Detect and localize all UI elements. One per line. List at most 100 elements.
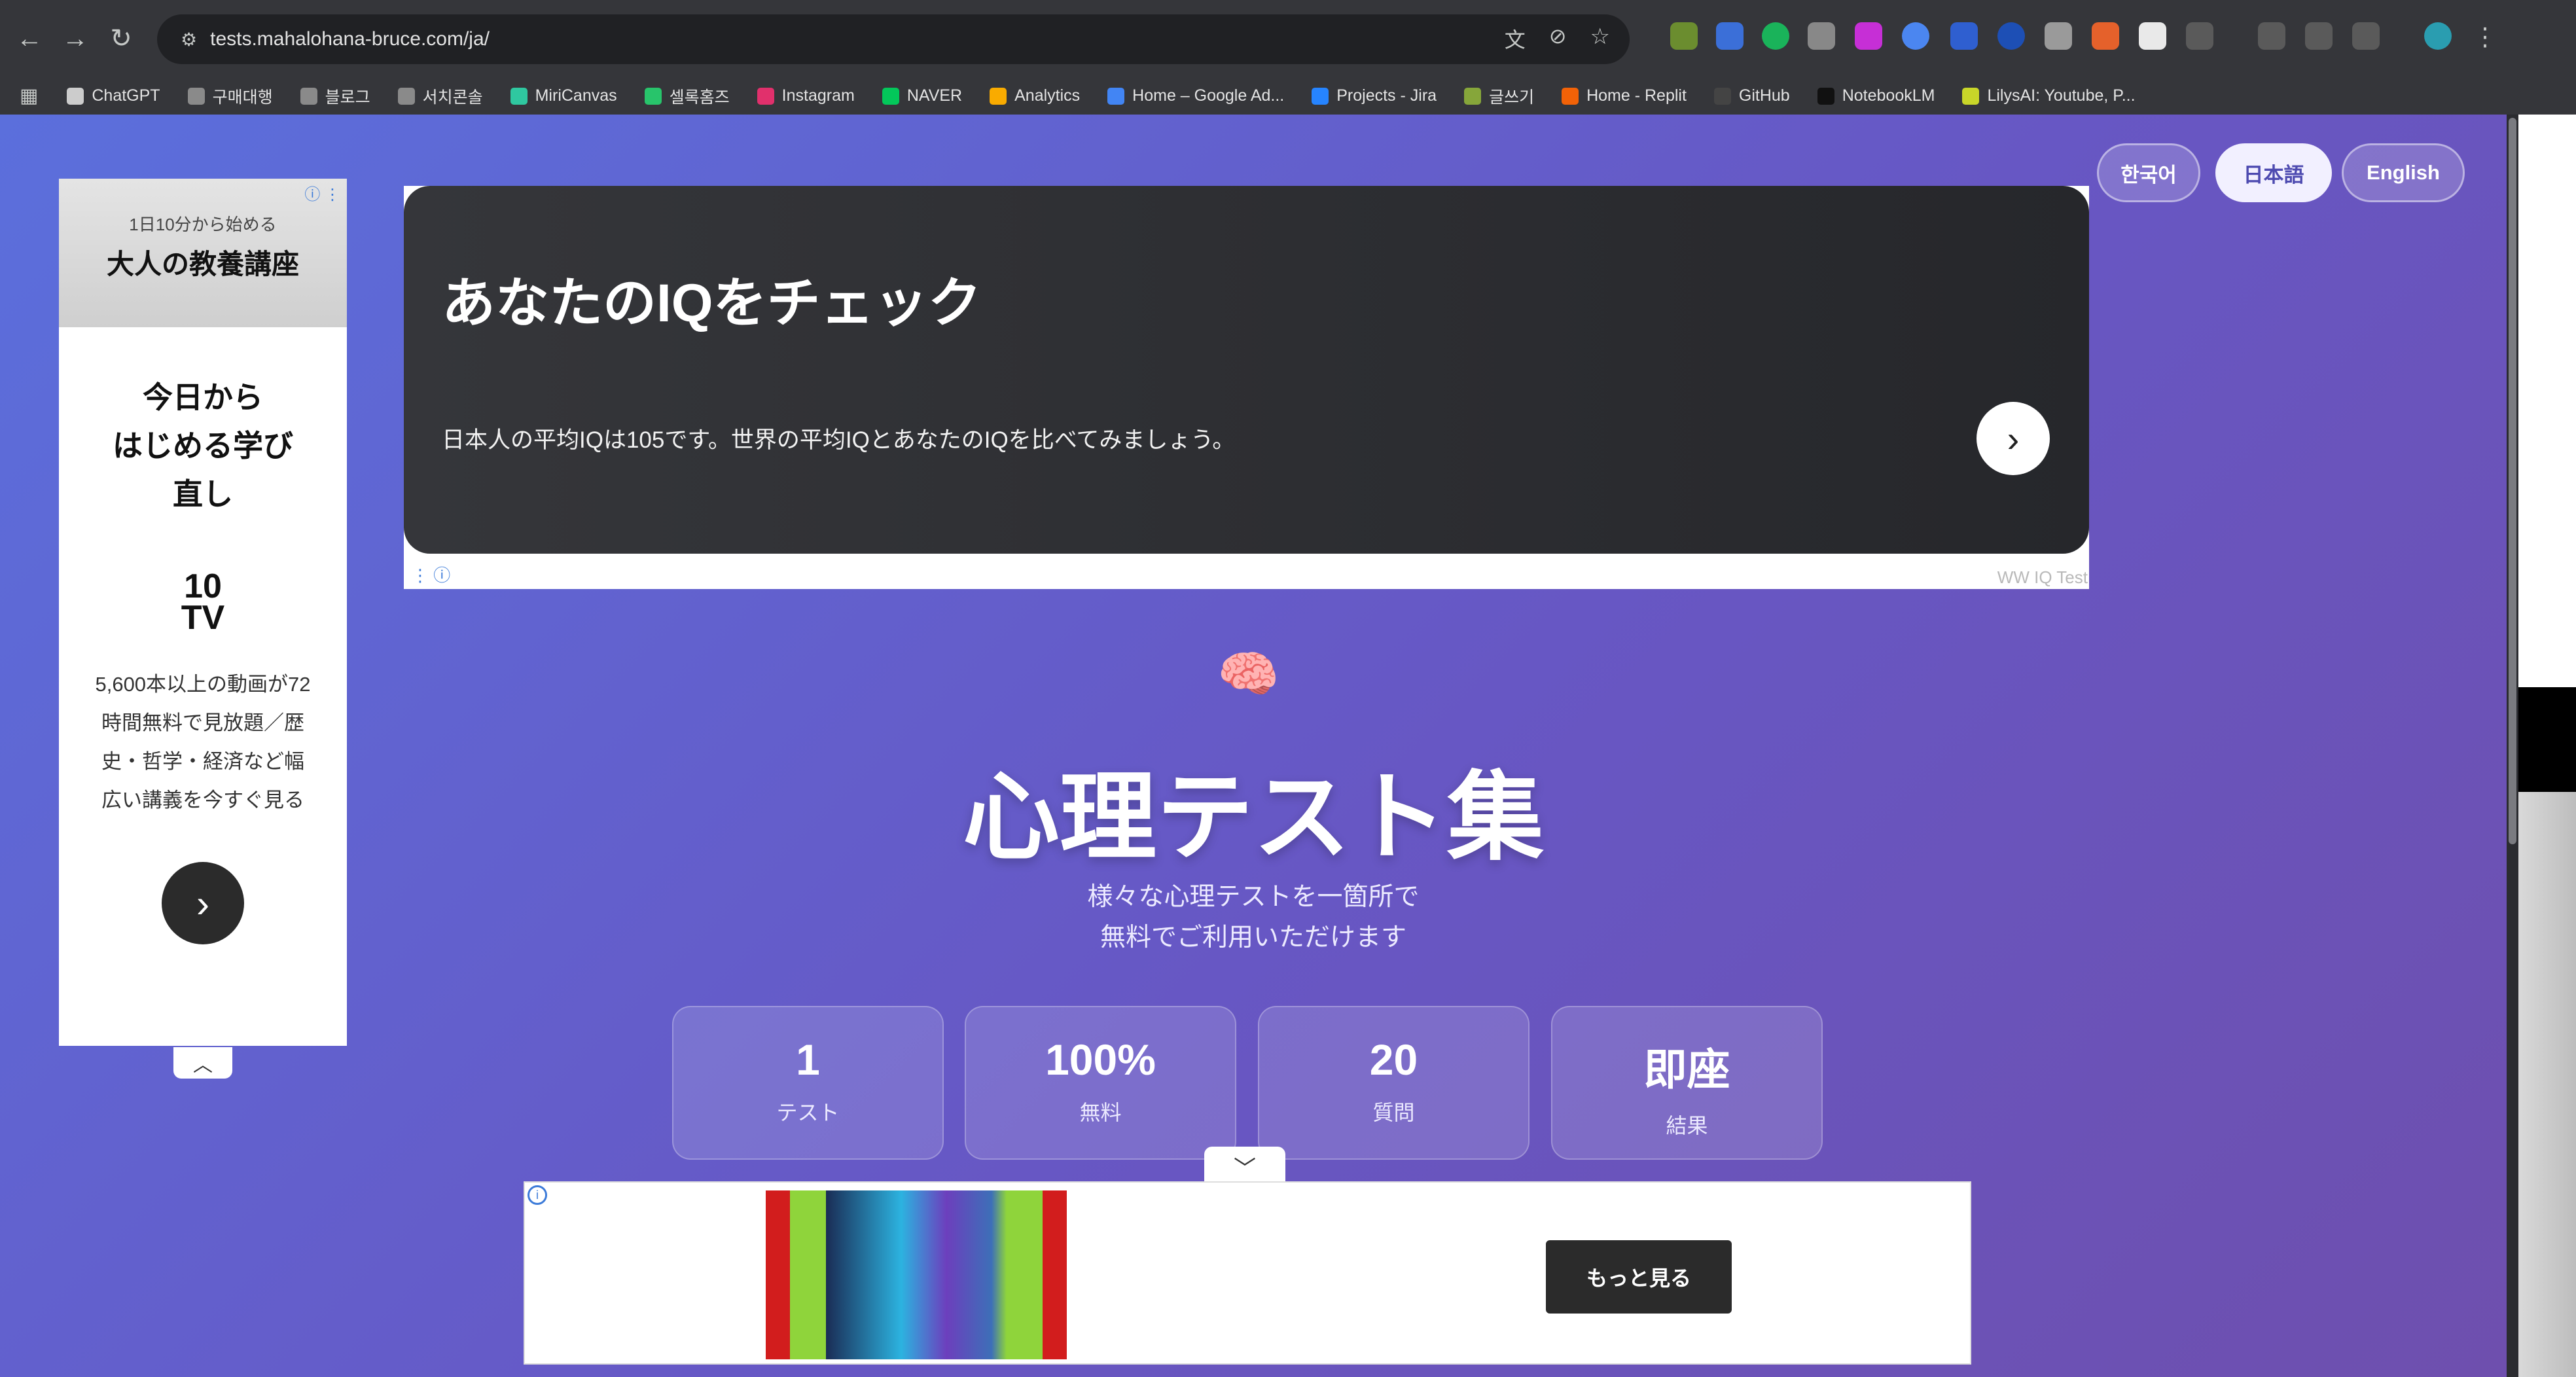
bookmark-label: 서치콘솔	[422, 88, 483, 107]
side-panel-block	[2518, 687, 2576, 792]
side-ad-small-text: 1日10分から始める	[129, 215, 277, 234]
ad-video-thumbnail[interactable]	[766, 1190, 1067, 1359]
bookmark-favicon-icon	[990, 87, 1007, 105]
site-settings-icon[interactable]: ⚙	[181, 29, 197, 50]
extension-icon[interactable]	[1902, 22, 1929, 50]
language-button[interactable]: 한국어	[2097, 143, 2200, 202]
bookmark-star-icon[interactable]: ☆	[1590, 24, 1610, 54]
bookmark-item[interactable]: 블로그	[300, 84, 370, 108]
bookmark-item[interactable]: MiriCanvas	[510, 86, 617, 105]
eye-off-icon[interactable]: ⊘	[1549, 24, 1567, 54]
extension-icon[interactable]	[1808, 22, 1835, 50]
bookmark-item[interactable]: Home – Google Ad...	[1107, 86, 1284, 105]
bookmarks-bar: ▦ ChatGPT 구매대행 블로그 서치콘솔 MiriCanvas 셀록홈즈 Instag…	[0, 77, 2576, 115]
bookmark-favicon-icon	[1312, 87, 1329, 105]
bookmark-favicon-icon	[1713, 87, 1731, 105]
stat-value: 20	[1369, 1035, 1418, 1084]
top-advertisement[interactable]: あなたのIQをチェック 日本人の平均IQは105です。世界の平均IQとあなたのI…	[404, 186, 2089, 589]
top-ad-card[interactable]: あなたのIQをチェック 日本人の平均IQは105です。世界の平均IQとあなたのI…	[404, 186, 2089, 554]
address-bar[interactable]: ⚙ tests.mahalohana-bruce.com/ja/ 文 ⊘ ☆	[157, 14, 1630, 64]
extension-icon[interactable]	[1670, 22, 1698, 50]
extension-icon[interactable]	[2092, 22, 2119, 50]
bookmark-label: Analytics	[1014, 86, 1081, 105]
collapse-up-icon[interactable]: ︿	[173, 1047, 232, 1079]
bookmark-item[interactable]: NotebookLM	[1817, 86, 1935, 105]
bookmark-favicon-icon	[1562, 87, 1579, 105]
bookmark-item[interactable]: 구매대행	[187, 84, 273, 108]
bookmark-item[interactable]: 서치콘솔	[397, 84, 483, 108]
extension-icon[interactable]	[1950, 22, 1978, 50]
subtitle-line: 様々な心理テストを一箇所で	[1087, 883, 1420, 911]
bottom-advertisement[interactable]: i もっと見る	[524, 1181, 1971, 1365]
language-button[interactable]: 日本語	[2215, 143, 2332, 202]
stat-value: 100%	[1045, 1035, 1156, 1084]
bookmark-item[interactable]: LilysAI: Youtube, P...	[1962, 86, 2136, 105]
reload-icon[interactable]: ↻	[98, 16, 144, 62]
apps-grid-icon[interactable]: ▦	[20, 84, 38, 107]
bookmark-item[interactable]: 글쓰기	[1464, 84, 1534, 108]
extension-icon[interactable]	[2139, 22, 2166, 50]
bookmark-item[interactable]: NAVER	[882, 86, 962, 105]
bookmark-label: Home – Google Ad...	[1132, 86, 1285, 105]
side-ad-logo-line: TV	[181, 599, 225, 637]
bookmark-favicon-icon	[510, 87, 528, 105]
side-panel-block	[2518, 792, 2576, 1377]
bookmark-label: 구매대행	[212, 88, 273, 107]
extension-icon[interactable]	[1716, 22, 1744, 50]
bookmark-favicon-icon	[757, 87, 774, 105]
page-title: 心理テスト集	[963, 764, 1544, 872]
bookmark-item[interactable]: Home - Replit	[1562, 86, 1687, 105]
bookmark-item[interactable]: Analytics	[990, 86, 1080, 105]
ad-choices-icon[interactable]: i	[528, 1185, 547, 1205]
stat-value: 即座	[1643, 1045, 1730, 1094]
bookmark-item[interactable]: Projects - Jira	[1312, 86, 1437, 105]
scrollbar-thumb[interactable]	[2509, 118, 2516, 844]
bookmark-item[interactable]: GitHub	[1713, 86, 1790, 105]
brain-icon: 🧠	[1217, 647, 1279, 702]
top-ad-next-button[interactable]: ›	[1977, 402, 2050, 475]
top-ad-source[interactable]: WW IQ Test	[1997, 567, 2088, 588]
bookmark-favicon-icon	[1107, 87, 1125, 105]
bookmark-label: GitHub	[1738, 86, 1790, 105]
bookmark-favicon-icon	[1464, 87, 1482, 105]
top-ad-description: 日本人の平均IQは105です。世界の平均IQとあなたのIQを比べてみましょう。	[442, 427, 1236, 453]
bookmark-label: LilysAI: Youtube, P...	[1987, 86, 2136, 105]
bookmark-item[interactable]: Instagram	[757, 86, 855, 105]
stat-card: 1 テスト	[672, 1006, 944, 1160]
stat-label: テスト	[776, 1101, 840, 1124]
see-more-button[interactable]: もっと見る	[1546, 1240, 1732, 1314]
extension-icon[interactable]	[2045, 22, 2072, 50]
page-subtitle: 様々な心理テストを一箇所で 無料でご利用いただけます	[0, 877, 2507, 958]
puzzle-icon[interactable]	[2186, 22, 2213, 50]
back-icon[interactable]: ←	[7, 16, 52, 62]
star-list-icon[interactable]	[2352, 22, 2380, 50]
ad-info-icon[interactable]: ⓘ ⋮	[304, 181, 340, 204]
bookmark-favicon-icon	[67, 87, 84, 105]
extension-icon[interactable]	[1762, 22, 1789, 50]
forward-icon[interactable]: →	[52, 16, 98, 62]
stat-card: 100% 無料	[965, 1006, 1236, 1160]
language-button[interactable]: English	[2342, 143, 2465, 202]
key-icon[interactable]	[2258, 22, 2285, 50]
extension-icon[interactable]	[1855, 22, 1882, 50]
stat-card: 即座 結果	[1551, 1006, 1823, 1160]
bookmark-label: NotebookLM	[1842, 86, 1935, 105]
collapse-down-icon[interactable]: ﹀	[1204, 1147, 1285, 1186]
card-icon[interactable]	[2305, 22, 2333, 50]
url-text[interactable]: tests.mahalohana-bruce.com/ja/	[210, 28, 490, 50]
bookmark-item[interactable]: 셀록홈즈	[644, 84, 730, 108]
menu-icon[interactable]: ⋮	[2471, 22, 2499, 51]
avatar[interactable]	[2424, 22, 2452, 50]
ad-info-icon[interactable]: ⋮ ⓘ	[412, 562, 450, 586]
side-ad-desc-line: 時間無料で見放題／歴	[101, 711, 304, 734]
side-ad-desc-line: 5,600本以上の動画が72	[95, 673, 311, 696]
bookmark-favicon-icon	[644, 87, 662, 105]
extension-icon[interactable]	[1997, 22, 2025, 50]
bookmark-item[interactable]: ChatGPT	[67, 86, 160, 105]
stat-card: 20 質問	[1258, 1006, 1530, 1160]
side-ad-headline-line: 直し	[173, 477, 233, 511]
stat-value: 1	[796, 1035, 820, 1084]
side-ad-headline-line: はじめる学び	[113, 429, 293, 463]
stat-label: 結果	[1666, 1114, 1708, 1137]
translate-icon[interactable]: 文	[1505, 24, 1526, 54]
